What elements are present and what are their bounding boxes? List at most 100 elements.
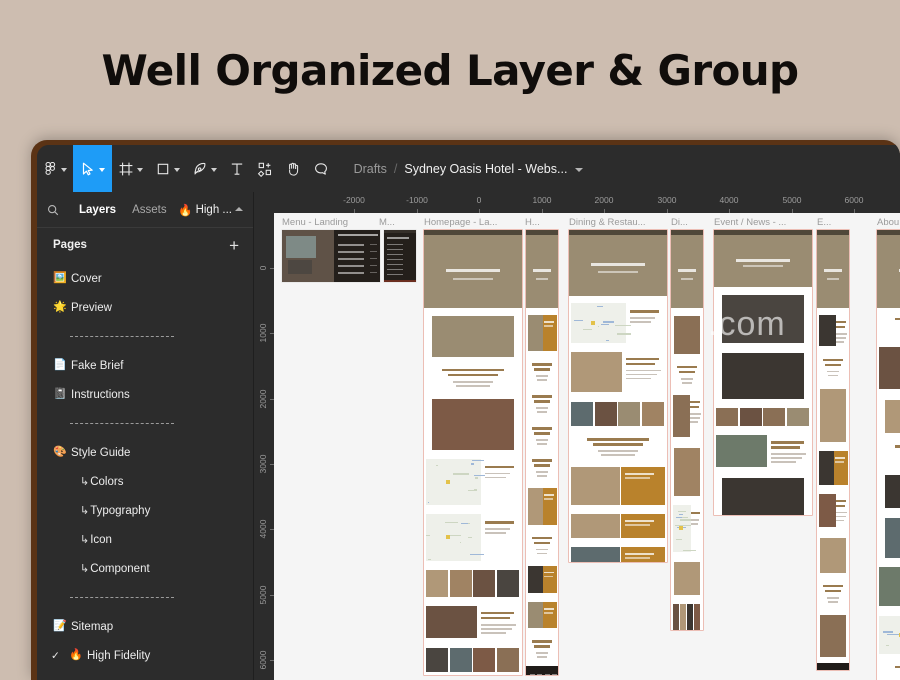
- frame-dining-label[interactable]: Dining & Restau...: [569, 217, 646, 228]
- hand-tool-icon[interactable]: [279, 145, 307, 192]
- mock-block: [598, 271, 637, 273]
- mock-block: [823, 585, 843, 587]
- ruler-h-label: 1000: [533, 195, 552, 205]
- mock-block: [544, 572, 554, 574]
- mock-block: [532, 537, 552, 539]
- mock-block: [681, 378, 694, 380]
- frame-event-news-label[interactable]: Event / News - ...: [714, 217, 786, 228]
- mock-block: [625, 520, 654, 522]
- mock-block: [678, 269, 696, 272]
- frame-event-mobile-label[interactable]: E...: [817, 217, 831, 228]
- mock-block: [626, 378, 651, 380]
- breadcrumb-file-name[interactable]: Sydney Oasis Hotel - Webs...: [404, 162, 567, 176]
- mock-block: [771, 457, 802, 459]
- page-item-high-fidelity[interactable]: ✓🔥High Fidelity: [37, 641, 253, 670]
- canvas-frame[interactable]: [384, 230, 416, 282]
- mock-block: [819, 451, 835, 485]
- comment-tool-icon[interactable]: [307, 145, 335, 192]
- mock-block: [544, 612, 552, 614]
- canvas-frame[interactable]: [714, 230, 812, 515]
- mock-block: [571, 352, 622, 392]
- frame-menu-landing-label[interactable]: Menu - Landing: [282, 217, 348, 228]
- page-item-instructions[interactable]: 📓Instructions: [37, 380, 253, 409]
- mock-block: [432, 399, 514, 450]
- check-icon: ✓: [51, 650, 60, 662]
- toolbar: Drafts / Sydney Oasis Hotel - Webs...: [37, 145, 900, 192]
- mock-block: [673, 604, 679, 630]
- mock-block: [370, 244, 377, 245]
- canvas-frame[interactable]: [569, 230, 667, 562]
- mock-block: [671, 230, 703, 235]
- page-item-fake-brief[interactable]: 📄Fake Brief: [37, 351, 253, 380]
- pages-list: 🖼️Cover🌟Preview 📄Fake Brief📓Instructions 🎨…: [37, 262, 253, 680]
- frame-homepage-landing-label[interactable]: Homepage - La...: [424, 217, 497, 228]
- canvas-frame[interactable]: [877, 230, 900, 680]
- canvas-area[interactable]: Menu - Landing M... Homepage - La... H... Di…: [254, 192, 900, 680]
- mock-block: [626, 363, 655, 365]
- ruler-h-tick: [604, 209, 605, 213]
- mock-block: [595, 402, 617, 426]
- canvas-frame[interactable]: [282, 230, 380, 282]
- pages-label: Pages: [53, 239, 87, 251]
- page-item-icon[interactable]: ↳Icon: [37, 525, 253, 554]
- mock-block: [877, 230, 900, 308]
- page-item-typography[interactable]: ↳Typography: [37, 496, 253, 525]
- fire-icon: 🔥: [178, 203, 192, 217]
- mock-block: [736, 259, 791, 262]
- mock-block: [426, 606, 477, 638]
- mock-block: [453, 473, 469, 474]
- frame-menu-mobile-label[interactable]: M...: [379, 217, 395, 228]
- shape-tool-icon[interactable]: [149, 145, 186, 192]
- ruler-v-tick: [270, 399, 274, 400]
- page-item-colors[interactable]: ↳Colors: [37, 467, 253, 496]
- figma-menu-icon[interactable]: [37, 145, 73, 192]
- frame-homepage-mobile-label[interactable]: H...: [525, 217, 540, 228]
- breadcrumb-project[interactable]: Drafts: [354, 162, 387, 176]
- canvas-frame[interactable]: [671, 230, 703, 630]
- move-tool-icon[interactable]: [73, 145, 112, 192]
- mock-block: [836, 505, 846, 507]
- mock-block: [387, 269, 403, 270]
- mock-block: [384, 280, 416, 282]
- mock-block: [690, 417, 700, 419]
- mock-block: [591, 263, 646, 266]
- mock-block: [370, 251, 377, 252]
- tab-layers[interactable]: Layers: [71, 204, 124, 216]
- canvas-viewport[interactable]: Menu - Landing M... Homepage - La... H... Di…: [274, 213, 900, 680]
- pen-tool-icon[interactable]: [186, 145, 223, 192]
- mock-block: [544, 498, 552, 500]
- mock-block: [819, 315, 836, 346]
- canvas-frame[interactable]: [817, 230, 849, 670]
- mock-block: [722, 353, 804, 399]
- components-tool-icon[interactable]: [251, 145, 279, 192]
- mock-block: [836, 341, 844, 343]
- mock-block: [537, 475, 548, 477]
- frame-tool-icon[interactable]: [112, 145, 149, 192]
- current-page-chip[interactable]: 🔥 High ...: [178, 203, 243, 217]
- chevron-down-icon[interactable]: [575, 168, 583, 172]
- text-tool-icon[interactable]: [223, 145, 251, 192]
- page-item-sitemap[interactable]: 📝Sitemap: [37, 612, 253, 641]
- frame-dining-mobile-label[interactable]: Di...: [671, 217, 688, 228]
- page-item-cover[interactable]: 🖼️Cover: [37, 264, 253, 293]
- mock-block: [473, 570, 495, 597]
- mock-block: [448, 374, 499, 376]
- mock-block: [571, 467, 620, 505]
- page-item-preview[interactable]: 🌟Preview: [37, 293, 253, 322]
- page-item-style-guide[interactable]: 🎨Style Guide: [37, 438, 253, 467]
- page-item-component[interactable]: ↳Component: [37, 554, 253, 583]
- mock-block: [679, 514, 683, 515]
- page-item-label: Colors: [90, 476, 123, 488]
- tab-assets[interactable]: Assets: [124, 204, 175, 216]
- add-page-button[interactable]: +: [229, 237, 239, 254]
- page-emoji-icon: 🎨: [53, 447, 71, 458]
- mock-block: [771, 441, 804, 443]
- mock-block: [460, 542, 461, 543]
- canvas-frame[interactable]: [526, 230, 558, 675]
- frame-about-label[interactable]: Abou: [877, 217, 899, 228]
- canvas-frame[interactable]: [424, 230, 522, 675]
- mock-block: [528, 488, 544, 525]
- mock-block: [426, 459, 481, 505]
- mock-block: [537, 674, 542, 675]
- search-icon[interactable]: [47, 204, 71, 216]
